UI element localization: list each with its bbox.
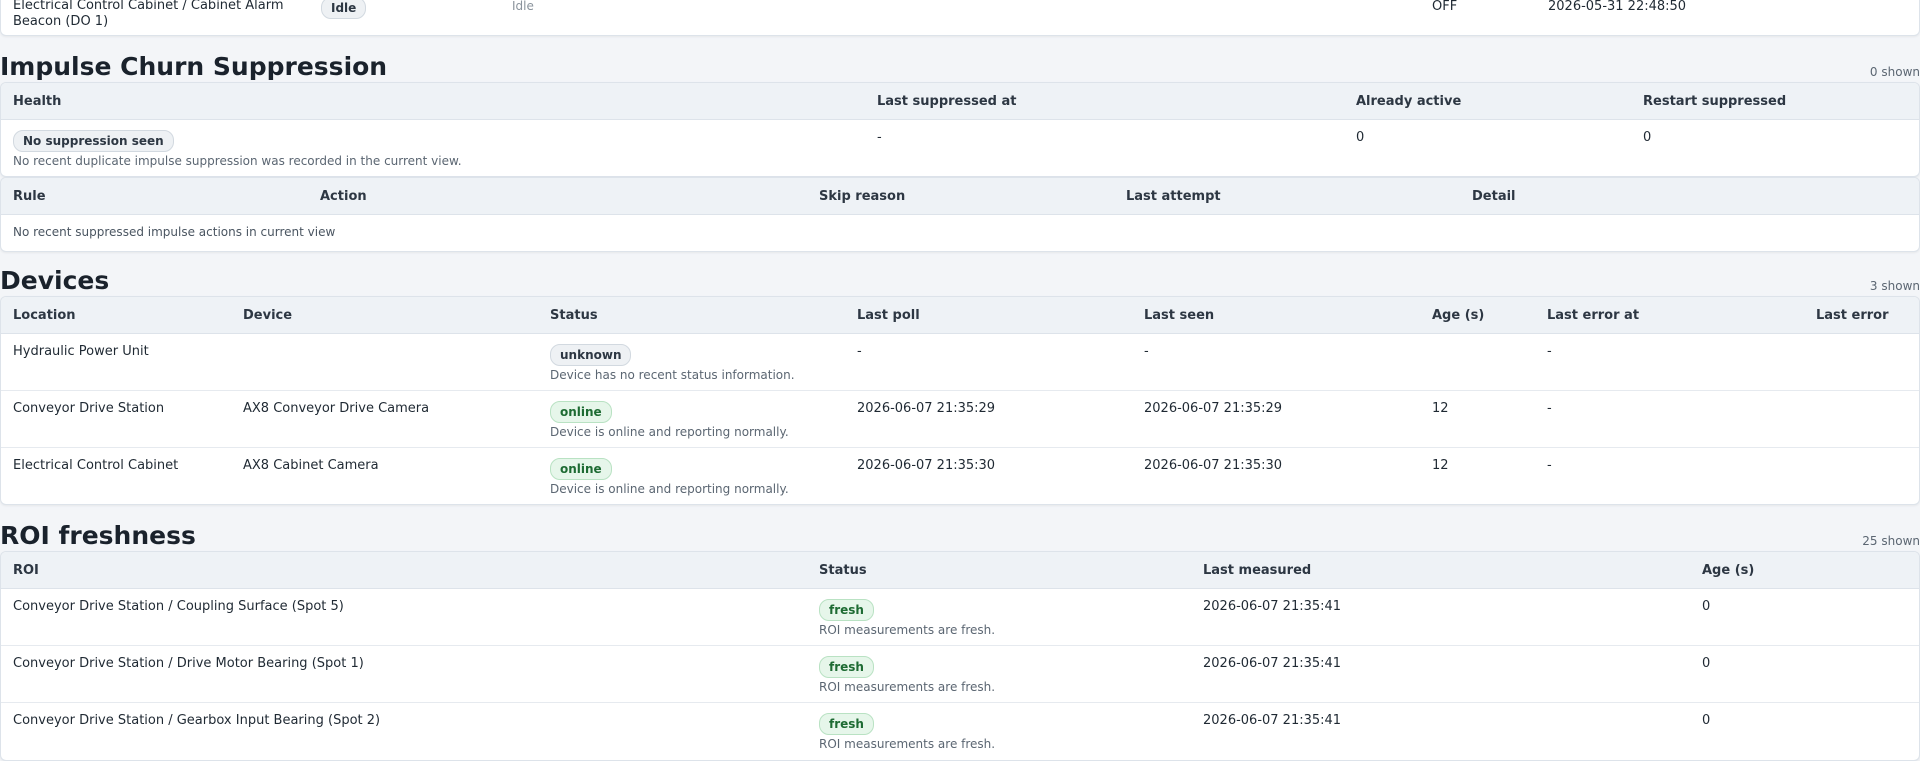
col-roi-status[interactable]: Status [807, 552, 1191, 589]
col-location[interactable]: Location [1, 297, 231, 334]
age [1420, 333, 1535, 391]
last-suppressed-value: - [877, 130, 882, 145]
devices-shown-count: 3 shown [1869, 279, 1920, 293]
col-restart-suppressed[interactable]: Restart suppressed [1631, 83, 1919, 120]
col-last-seen[interactable]: Last seen [1132, 297, 1420, 334]
col-last-error[interactable]: Last error [1804, 297, 1919, 334]
col-last-measured[interactable]: Last measured [1191, 552, 1690, 589]
roi-name: Conveyor Drive Station / Gearbox Input B… [13, 713, 381, 728]
col-detail[interactable]: Detail [1460, 178, 1919, 215]
status-badge: fresh [819, 656, 874, 678]
table-row[interactable]: Electrical Control Cabinet AX8 Cabinet C… [1, 448, 1919, 504]
table-row[interactable]: Conveyor Drive Station / Gearbox Input B… [1, 703, 1919, 760]
col-device[interactable]: Device [231, 297, 538, 334]
age: 0 [1690, 588, 1919, 646]
last-poll: - [845, 333, 1132, 391]
col-age[interactable]: Age (s) [1420, 297, 1535, 334]
output-row: Electrical Control Cabinet / Cabinet Ala… [1, 0, 1919, 35]
impulse-rules-card: Rule Action Skip reason Last attempt Det… [0, 177, 1920, 252]
roi-table: ROI Status Last measured Age (s) Conveyo… [1, 552, 1919, 760]
status-badge: online [550, 458, 612, 480]
restart-suppressed-value: 0 [1643, 130, 1652, 145]
devices-card: Location Device Status Last poll Last se… [0, 296, 1920, 505]
status-badge: online [550, 401, 612, 423]
device-name: AX8 Conveyor Drive Camera [231, 390, 538, 448]
roi-shown-count: 25 shown [1862, 534, 1920, 548]
age: 12 [1432, 458, 1449, 473]
table-row: No suppression seen No recent duplicate … [1, 120, 1919, 176]
outputs-card: Electrical Control Cabinet / Cabinet Ala… [0, 0, 1920, 36]
last-error-at: - [1535, 390, 1804, 448]
empty-message: No recent suppressed impulse actions in … [13, 225, 336, 239]
device-location: Electrical Control Cabinet [13, 458, 179, 473]
last-measured: 2026-06-07 21:35:41 [1203, 713, 1342, 728]
col-last-error-at[interactable]: Last error at [1535, 297, 1804, 334]
output-state-text: Idle [512, 0, 534, 13]
device-name [231, 333, 538, 391]
device-location: Conveyor Drive Station [1, 390, 231, 448]
table-row[interactable]: Conveyor Drive Station / Drive Motor Bea… [1, 645, 1919, 703]
status-note: Device is online and reporting normally. [550, 425, 789, 439]
last-seen: - [1132, 333, 1420, 391]
impulse-shown-count: 0 shown [1869, 65, 1920, 79]
last-poll: 2026-06-07 21:35:30 [857, 458, 996, 473]
roi-name: Conveyor Drive Station / Coupling Surfac… [1, 588, 807, 646]
col-roi-age[interactable]: Age (s) [1690, 552, 1919, 589]
last-seen: 2026-06-07 21:35:29 [1132, 390, 1420, 448]
col-skip-reason[interactable]: Skip reason [807, 178, 1114, 215]
health-note: No recent duplicate impulse suppression … [13, 154, 462, 168]
devices-section-title: Devices [0, 266, 110, 295]
col-status[interactable]: Status [538, 297, 845, 334]
roi-card: ROI Status Last measured Age (s) Conveyo… [0, 551, 1920, 761]
output-state-badge: Idle [321, 0, 367, 19]
table-row[interactable]: Hydraulic Power Unit unknown Device has … [1, 333, 1919, 391]
col-last-poll[interactable]: Last poll [845, 297, 1132, 334]
empty-row: No recent suppressed impulse actions in … [1, 215, 1919, 251]
table-row[interactable]: Conveyor Drive Station / Coupling Surfac… [1, 588, 1919, 646]
last-poll: 2026-06-07 21:35:29 [845, 390, 1132, 448]
last-error-at: - [1535, 333, 1804, 391]
output-name: Electrical Control Cabinet / Cabinet Ala… [13, 0, 284, 29]
status-note: Device has no recent status information. [550, 368, 795, 382]
col-roi[interactable]: ROI [1, 552, 807, 589]
output-timestamp: 2026-05-31 22:48:50 [1548, 0, 1687, 14]
age: 12 [1420, 390, 1535, 448]
col-rule[interactable]: Rule [1, 178, 308, 215]
last-error-at: - [1547, 458, 1552, 473]
impulse-health-card: Health Last suppressed at Already active… [0, 82, 1920, 177]
device-location: Hydraulic Power Unit [1, 333, 231, 391]
status-badge: unknown [550, 344, 632, 366]
col-last-attempt[interactable]: Last attempt [1114, 178, 1460, 215]
age: 0 [1702, 713, 1711, 728]
status-note: ROI measurements are fresh. [819, 737, 996, 751]
device-name: AX8 Cabinet Camera [243, 458, 379, 473]
last-error [1804, 448, 1919, 504]
devices-table: Location Device Status Last poll Last se… [1, 297, 1919, 504]
status-note: ROI measurements are fresh. [819, 680, 996, 694]
last-error [1804, 333, 1919, 391]
last-measured: 2026-06-07 21:35:41 [1191, 645, 1690, 703]
impulse-section-title: Impulse Churn Suppression [0, 52, 388, 81]
last-seen: 2026-06-07 21:35:30 [1144, 458, 1283, 473]
last-measured: 2026-06-07 21:35:41 [1191, 588, 1690, 646]
col-health[interactable]: Health [1, 83, 865, 120]
last-error [1804, 390, 1919, 448]
col-action[interactable]: Action [308, 178, 807, 215]
status-note: ROI measurements are fresh. [819, 623, 996, 637]
roi-name: Conveyor Drive Station / Drive Motor Bea… [1, 645, 807, 703]
roi-section-title: ROI freshness [0, 521, 196, 550]
col-last-suppressed[interactable]: Last suppressed at [865, 83, 1344, 120]
table-row[interactable]: Conveyor Drive Station AX8 Conveyor Driv… [1, 390, 1919, 448]
output-value: OFF [1432, 0, 1458, 14]
status-badge: fresh [819, 599, 874, 621]
status-badge: fresh [819, 713, 874, 735]
age: 0 [1690, 645, 1919, 703]
health-badge: No suppression seen [13, 130, 174, 152]
already-active-value: 0 [1356, 130, 1365, 145]
impulse-health-table: Health Last suppressed at Already active… [1, 83, 1919, 176]
impulse-rules-table: Rule Action Skip reason Last attempt Det… [1, 178, 1919, 251]
status-note: Device is online and reporting normally. [550, 482, 789, 496]
col-already-active[interactable]: Already active [1344, 83, 1631, 120]
